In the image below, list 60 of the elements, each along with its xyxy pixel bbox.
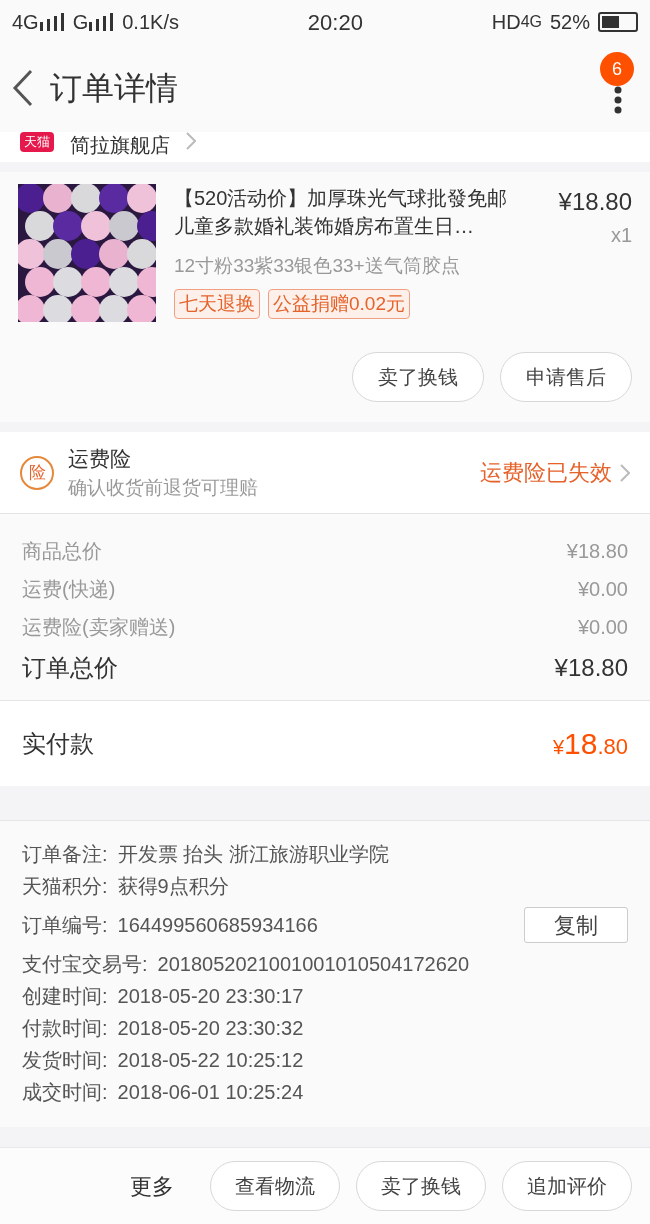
battery-label: 52% (549, 10, 590, 35)
time-label: 20:20 (307, 8, 363, 37)
insurance-subtitle: 确认收货前退货可理赔 (68, 476, 258, 500)
action-button[interactable]: 查看物流 (210, 1161, 340, 1211)
network-label: G (72, 10, 89, 35)
tmall-badge: 天猫 (20, 132, 54, 152)
info-label: 发货时间: (22, 1048, 108, 1073)
info-value: 2018-05-22 10:25:12 (117, 1048, 304, 1073)
copy-button[interactable]: 复制 (524, 907, 628, 943)
action-button[interactable]: 卖了换钱 (352, 352, 484, 402)
info-label: 成交时间: (22, 1080, 108, 1105)
signal-icon (88, 13, 115, 31)
more-icon[interactable] (614, 86, 622, 114)
total-value: ¥18.80 (554, 653, 628, 683)
paid-label: 实付款 (22, 728, 94, 759)
action-button[interactable]: 追加评价 (502, 1161, 632, 1211)
info-label: 支付宝交易号: (22, 952, 148, 977)
price-value: ¥0.00 (577, 577, 628, 602)
signal-icon (38, 13, 65, 31)
product-spec: 12寸粉33紫33银色33+送气筒胶点 (174, 254, 461, 278)
store-name[interactable]: 简拉旗舰店 (70, 130, 170, 160)
product-price: ¥18.80 (558, 187, 632, 217)
back-icon[interactable] (12, 69, 34, 107)
insurance-icon: 险 (20, 455, 54, 490)
network-label: HD (491, 10, 521, 35)
price-label: 商品总价 (22, 539, 102, 564)
action-button[interactable]: 卖了换钱 (356, 1161, 486, 1211)
chevron-icon (620, 463, 630, 482)
info-value: 164499560685934166 (117, 913, 318, 938)
speed-label: 0.1K/s (122, 10, 179, 35)
info-label: 订单编号: (22, 913, 108, 938)
service-tag: 公益捐赠0.02元 (268, 288, 410, 319)
network-label: 4G (12, 10, 39, 35)
action-button[interactable]: 申请售后 (500, 352, 632, 402)
info-label: 创建时间: (22, 984, 108, 1009)
price-value: ¥18.80 (566, 539, 628, 564)
total-label: 订单总价 (22, 653, 118, 683)
chevron-icon (186, 132, 196, 150)
price-label: 运费(快递) (22, 577, 116, 602)
info-label: 订单备注: (22, 842, 108, 867)
insurance-title: 运费险 (68, 445, 132, 472)
info-value: 开发票 抬头 浙江旅游职业学院 (117, 842, 389, 867)
battery-icon (598, 12, 638, 32)
price-value: ¥0.00 (577, 615, 628, 640)
info-value: 2018-05-20 23:30:17 (117, 984, 304, 1009)
notification-badge: 6 (600, 52, 634, 86)
quantity-label: x1 (610, 223, 632, 248)
product-title[interactable]: 【520活动价】加厚珠光气球批發免邮儿童多款婚礼装饰婚房布置生日… (174, 184, 524, 250)
info-value: 2018052021001001010504172620 (157, 952, 469, 977)
info-value: 2018-05-20 23:30:32 (117, 1016, 304, 1041)
network-type-label: 4G (520, 12, 542, 32)
paid-amount: ¥18.80 (552, 726, 628, 762)
service-tag: 七天退换 (174, 288, 260, 319)
info-label: 天猫积分: (22, 874, 108, 899)
info-label: 付款时间: (22, 1016, 108, 1041)
info-value: 获得9点积分 (117, 874, 229, 899)
more-link[interactable]: 更多 (130, 1169, 174, 1203)
price-label: 运费险(卖家赠送) (22, 615, 176, 640)
info-value: 2018-06-01 10:25:24 (117, 1080, 304, 1105)
page-title: 订单详情 (50, 69, 178, 108)
